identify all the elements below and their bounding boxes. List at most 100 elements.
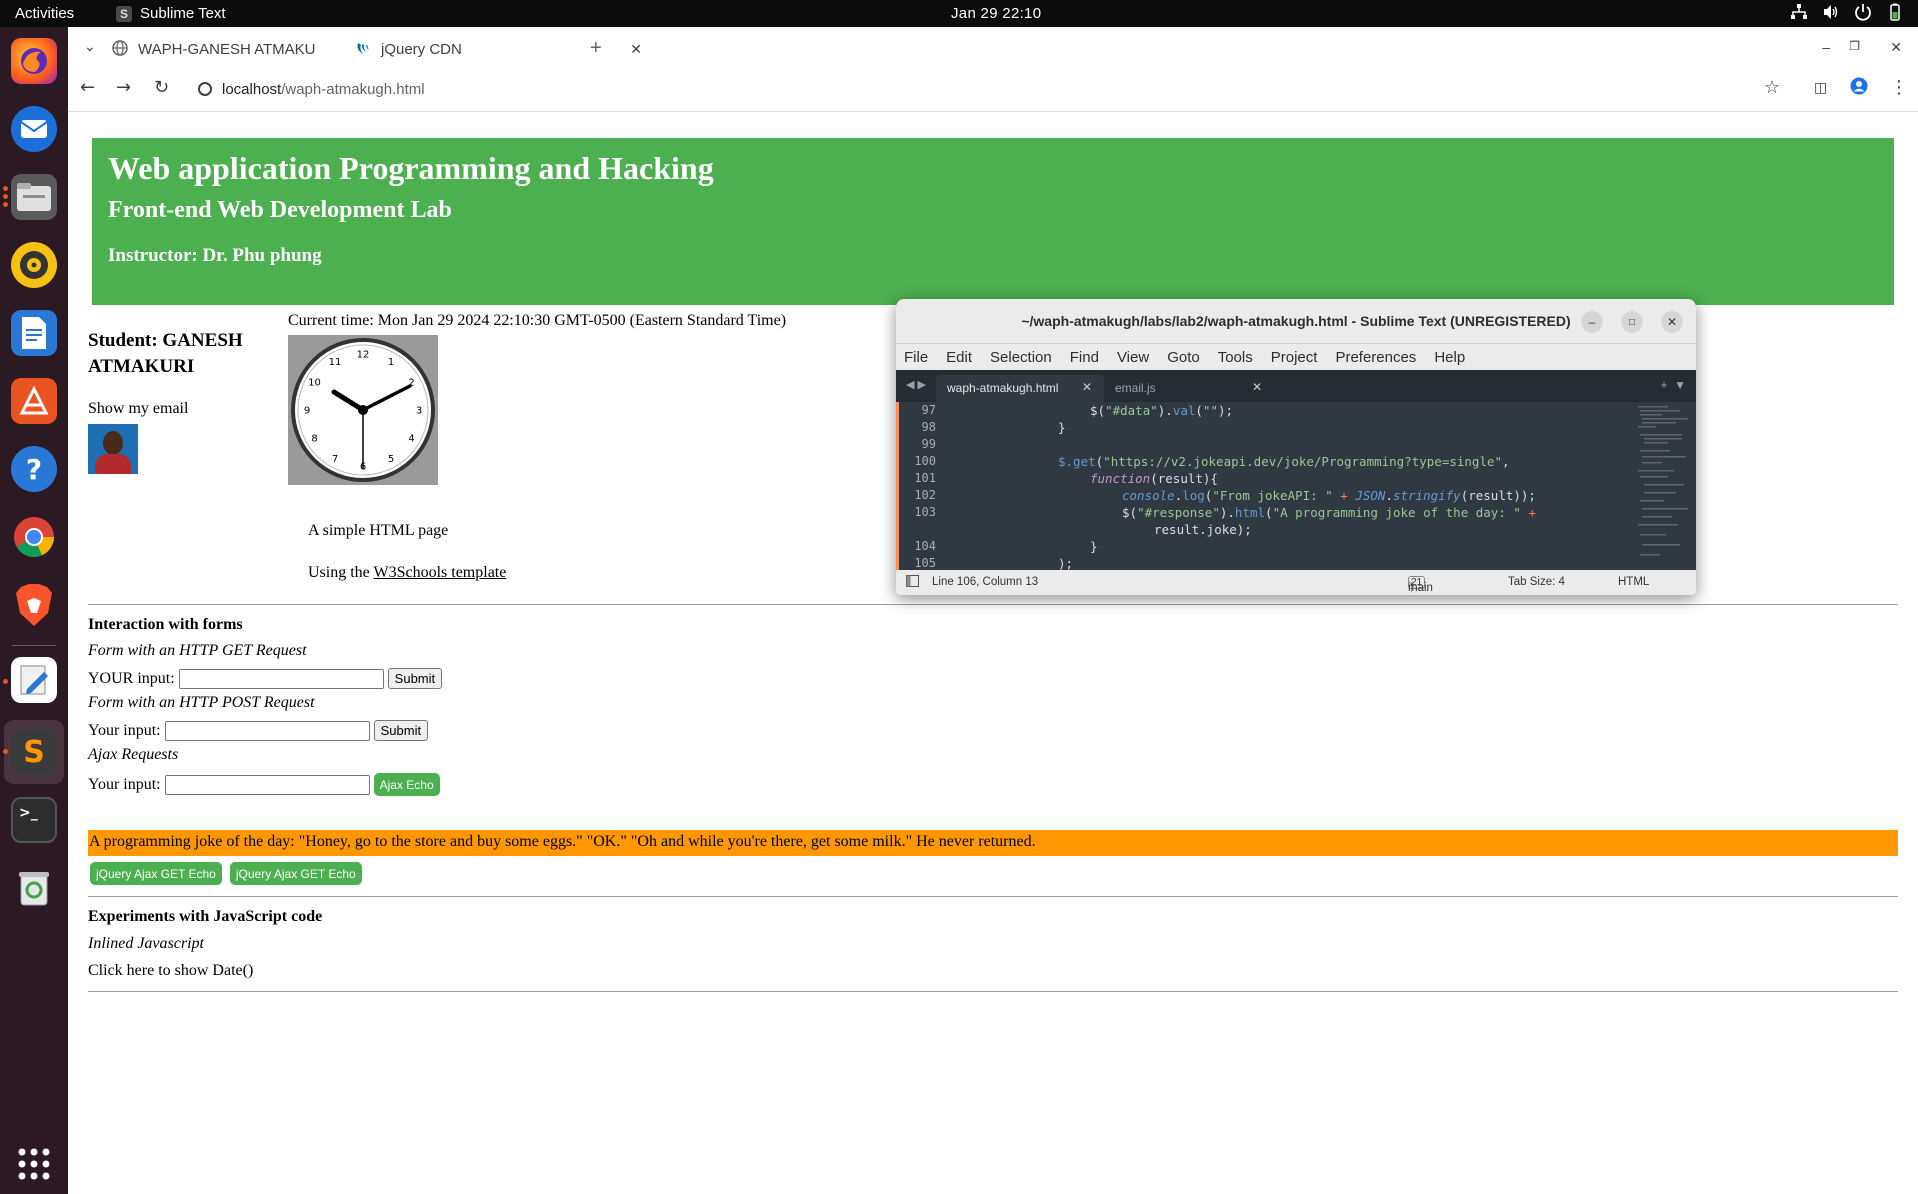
menu-tools[interactable]: Tools [1218,349,1253,366]
tab-waph[interactable]: WAPH-GANESH ATMAKU ✕ [100,32,370,67]
git-branch[interactable]: ᛉ main 21 [1408,576,1433,594]
inline-js-caption: Inlined Javascript [88,935,204,952]
menu-goto[interactable]: Goto [1167,349,1200,366]
ajax-input-label: Your input: [88,775,161,793]
tab-nav-arrows-icon[interactable]: ◀ ▶ [906,378,926,391]
tab-size[interactable]: Tab Size: 4 [1508,576,1565,588]
tab-email-js[interactable]: email.js ✕ [1106,375,1274,402]
get-input[interactable] [178,668,384,689]
tab-jquery-cdn[interactable]: jQuery CDN ✕ [343,32,648,67]
side-panel-icon[interactable]: ◫ [1814,80,1827,96]
tab-label: email.js [1115,381,1156,395]
page-header: Web application Programming and Hacking … [92,138,1894,305]
web-page: Web application Programming and Hacking … [68,113,1918,1194]
sublime-text-window: ~/waph-atmakugh/labs/lab2/waph-atmakugh.… [896,299,1696,595]
menu-view[interactable]: View [1117,349,1149,366]
libreoffice-writer-icon[interactable] [11,310,57,356]
back-arrow-icon[interactable]: ← [80,77,95,98]
menu-project[interactable]: Project [1271,349,1318,366]
new-tab-dropdown-icon[interactable]: + ▼ [1660,378,1686,392]
student-name: Student: GANESH ATMAKURI [88,330,243,377]
clock-numeral: 4 [408,434,414,445]
post-input[interactable] [164,720,370,741]
chrome-icon[interactable] [11,514,57,560]
close-tab-icon[interactable]: ✕ [630,41,642,58]
new-tab-icon[interactable]: + [590,37,602,60]
tab-strip: ⌄ WAPH-GANESH ATMAKU ✕ jQuery CDN ✕ + – … [68,27,1918,67]
brave-icon[interactable] [11,582,57,628]
menu-selection[interactable]: Selection [990,349,1052,366]
terminal-icon[interactable]: >_ [11,797,57,843]
ajax-input[interactable] [164,774,370,795]
post-form-caption: Form with an HTTP POST Request [88,694,315,711]
system-tray[interactable] [1790,3,1904,21]
show-apps-icon[interactable] [11,1141,57,1187]
template-credit: Using the W3Schools template [308,564,506,582]
post-submit-button[interactable]: Submit [373,720,429,741]
clock-numeral: 7 [332,454,338,465]
tab-search-chevron-icon[interactable]: ⌄ [84,38,96,55]
browser-toolbar: ← → ↻ localhost/waph-atmakugh.html ☆ ◫ ⋮ [68,67,1918,112]
close-tab-icon[interactable]: ✕ [1082,380,1092,394]
sublime-menu-bar: File Edit Selection Find View Goto Tools… [896,344,1696,370]
help-icon[interactable]: ? [11,446,57,492]
sublime-tab-bar: ◀ ▶ waph-atmakugh.html ✕ email.js ✕ + ▼ [896,370,1696,402]
minimize-icon[interactable]: – [1581,311,1603,333]
tab-waph-atmakugh-html[interactable]: waph-atmakugh.html ✕ [936,375,1104,402]
system-clock[interactable]: Jan 29 22:10 [951,5,1041,22]
restore-icon[interactable]: ❐ [1849,39,1860,53]
ubuntu-dock: ? S >_ [0,27,68,1194]
chrome-menu-icon[interactable]: ⋮ [1890,77,1908,98]
trash-icon[interactable] [11,865,57,911]
code-line: console.log("From jokeAPI: " + JSON.stri… [1122,488,1536,503]
jquery-ajax-get-echo-button-2[interactable]: jQuery Ajax GET Echo [229,862,362,885]
sublime-titlebar[interactable]: ~/waph-atmakugh/labs/lab2/waph-atmakugh.… [896,299,1696,344]
address-bar[interactable]: localhost/waph-atmakugh.html [188,71,1818,107]
close-tab-icon[interactable]: ✕ [1252,380,1262,394]
forward-arrow-icon[interactable]: → [116,77,131,98]
close-window-icon[interactable]: ✕ [1661,311,1683,333]
clock-numeral: 5 [388,454,394,465]
firefox-icon[interactable] [11,38,57,84]
minimap[interactable] [1636,404,1692,564]
volume-icon [1822,3,1840,21]
thunderbird-icon[interactable] [11,106,57,152]
panel-toggle-icon[interactable] [906,575,919,590]
show-date-link[interactable]: Click here to show Date() [88,962,253,980]
menu-preferences[interactable]: Preferences [1335,349,1416,366]
syntax-mode[interactable]: HTML [1618,576,1649,588]
site-info-icon[interactable] [198,82,212,96]
text-editor-icon[interactable] [11,657,57,703]
line-number: 99 [921,437,936,451]
maximize-icon[interactable]: □ [1621,311,1643,333]
close-window-icon[interactable]: ✕ [1890,39,1902,56]
reload-icon[interactable]: ↻ [154,77,169,98]
minimize-icon[interactable]: – [1822,39,1830,55]
menu-edit[interactable]: Edit [946,349,972,366]
code-editor[interactable]: 97 98 99 100 101 102 103 104 105 $("#dat… [896,402,1696,571]
show-email-link[interactable]: Show my email [88,400,188,418]
clock-numeral: 10 [308,378,321,389]
files-icon[interactable] [11,174,57,220]
menu-help[interactable]: Help [1434,349,1465,366]
cursor-position[interactable]: Line 106, Column 13 [932,576,1038,588]
menu-find[interactable]: Find [1070,349,1099,366]
current-time: Current time: Mon Jan 29 2024 22:10:30 G… [288,312,787,329]
menu-file[interactable]: File [904,349,928,366]
rhythmbox-icon[interactable] [11,242,57,288]
page-subtitle: Front-end Web Development Lab [108,197,452,223]
activities-button[interactable]: Activities [15,5,74,22]
ajax-form: Your input: Ajax Echo [88,773,440,796]
bookmark-star-icon[interactable]: ☆ [1764,77,1780,98]
get-submit-button[interactable]: Submit [387,668,443,689]
tab-label: waph-atmakugh.html [947,381,1059,395]
ajax-echo-button[interactable]: Ajax Echo [373,773,440,796]
w3schools-link[interactable]: W3Schools template [373,564,506,581]
app-menu[interactable]: S Sublime Text [116,5,226,22]
jquery-ajax-get-echo-button[interactable]: jQuery Ajax GET Echo [90,862,222,885]
line-number: 97 [921,403,936,417]
sublime-text-icon[interactable]: S [11,729,57,775]
code-line: function(result){ [1090,471,1218,486]
app-center-icon[interactable] [11,378,57,424]
profile-icon[interactable] [1850,77,1868,100]
